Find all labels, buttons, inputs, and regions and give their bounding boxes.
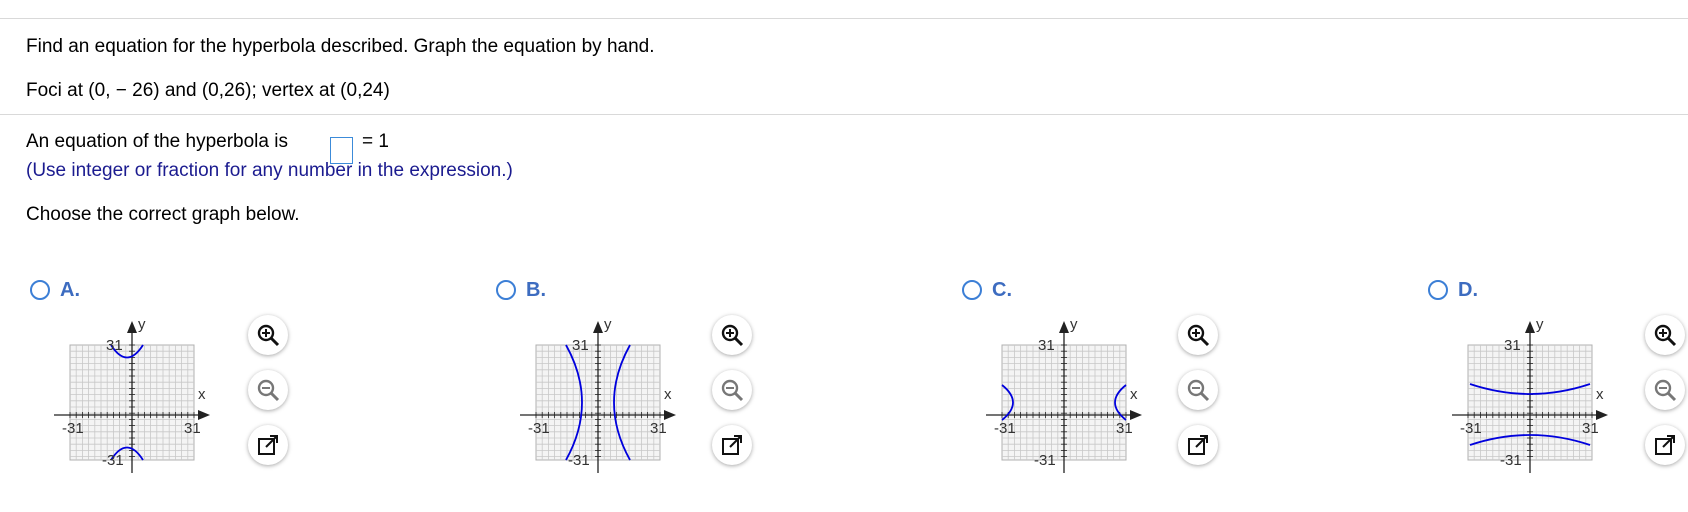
zoom-in-icon [1654,324,1677,347]
option-b-open-new-window-button[interactable] [712,425,752,465]
option-d-tick-pos-x: 31 [1582,420,1599,437]
zoom-in-icon [721,324,744,347]
option-d-x-axis-label: x [1596,386,1604,403]
option-b-tick-pos-x: 31 [650,420,667,437]
choose-prompt: Choose the correct graph below. [26,204,300,225]
option-c-x-axis-label: x [1130,386,1138,403]
option-c-label: C. [992,279,1012,301]
option-d-y-axis-label: y [1536,316,1544,333]
option-a-tick-pos-x: 31 [184,420,201,437]
option-a-label: A. [60,279,80,301]
option-d-zoom-out-button[interactable] [1645,370,1685,410]
option-d-tick-neg-x: -31 [1460,420,1482,437]
option-a-radio[interactable] [30,280,50,300]
option-c-y-axis-label: y [1070,316,1078,333]
open-new-window-icon [1655,435,1675,455]
option-b-tick-pos-y: 31 [572,337,589,354]
zoom-out-icon [257,379,280,402]
option-c-tick-neg-x: -31 [994,420,1016,437]
option-b-zoom-out-button[interactable] [712,370,752,410]
zoom-in-icon [1187,324,1210,347]
open-new-window-icon [722,435,742,455]
option-c-tick-pos-x: 31 [1116,420,1133,437]
zoom-out-icon [1187,379,1210,402]
option-c-graph: x y 31 -31 31 -31 [986,316,1142,473]
option-b-tick-neg-x: -31 [528,420,550,437]
top-divider [0,18,1688,19]
open-new-window-icon [258,435,278,455]
option-b-x-axis-label: x [664,386,672,403]
option-a-zoom-out-button[interactable] [248,370,288,410]
option-c-tick-pos-y: 31 [1038,337,1055,354]
option-c-tick-neg-y: -31 [1034,452,1056,469]
option-a-zoom-in-button[interactable] [248,315,288,355]
option-d-open-new-window-button[interactable] [1645,425,1685,465]
option-d-radio[interactable] [1428,280,1448,300]
option-d-graph: x y 31 -31 31 -31 [1452,316,1608,473]
option-a-x-axis-label: x [198,386,206,403]
option-b-zoom-in-button[interactable] [712,315,752,355]
option-c-open-new-window-button[interactable] [1178,425,1218,465]
zoom-out-icon [721,379,744,402]
option-d-zoom-in-button[interactable] [1645,315,1685,355]
question-divider [0,114,1688,115]
option-a-graph: x y 31 -31 31 -31 [54,316,210,473]
open-new-window-icon [1188,435,1208,455]
option-b-radio[interactable] [496,280,516,300]
option-d-tick-neg-y: -31 [1500,452,1522,469]
option-c-radio[interactable] [962,280,982,300]
option-c-zoom-in-button[interactable] [1178,315,1218,355]
zoom-out-icon [1654,379,1677,402]
option-a-tick-neg-y: -31 [102,452,124,469]
option-b-tick-neg-y: -31 [568,452,590,469]
option-d-label: D. [1458,279,1478,301]
option-c-zoom-out-button[interactable] [1178,370,1218,410]
answer-suffix: = 1 [362,131,389,152]
option-a-tick-pos-y: 31 [106,337,123,354]
answer-prefix: An equation of the hyperbola is [26,131,288,152]
question-given: Foci at (0, − 26) and (0,26); vertex at … [26,80,390,101]
option-d-tick-pos-y: 31 [1504,337,1521,354]
question-instruction: Find an equation for the hyperbola descr… [26,36,655,57]
option-b-label: B. [526,279,546,301]
option-a-tick-neg-x: -31 [62,420,84,437]
answer-hint: (Use integer or fraction for any number … [26,160,513,181]
option-a-open-new-window-button[interactable] [248,425,288,465]
zoom-in-icon [257,324,280,347]
option-b-y-axis-label: y [604,316,612,333]
option-b-graph: x y 31 -31 31 -31 [520,316,676,473]
option-a-y-axis-label: y [138,316,146,333]
